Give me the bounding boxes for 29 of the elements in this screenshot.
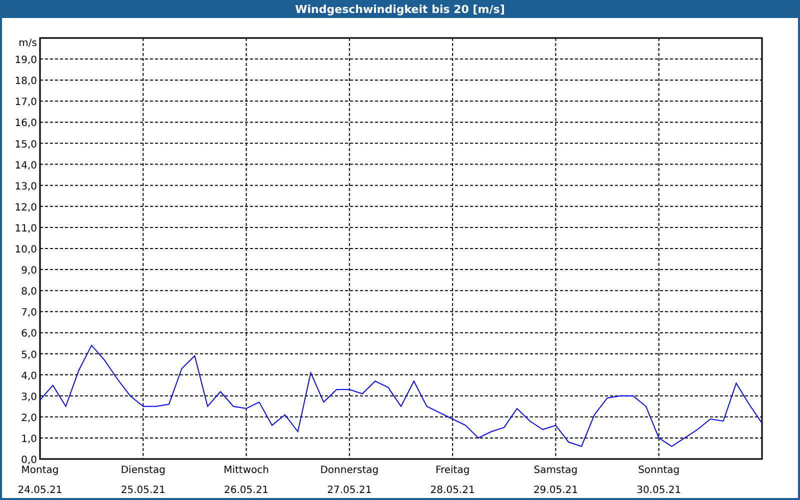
axis-tick-label: Dienstag 25.05.21	[120, 464, 166, 498]
window-title: Windgeschwindigkeit bis 20 [m/s]	[0, 0, 800, 18]
axis-tick-label: Freitag 28.05.21	[429, 464, 476, 498]
axis-tick-label: 14,0	[14, 160, 37, 172]
axis-tick-label: 2,0	[21, 412, 37, 424]
axis-tick-label: 12,0	[14, 202, 37, 214]
axis-tick-label: Donnerstag 27.05.21	[319, 464, 380, 498]
axis-tick-label: 5,0	[21, 350, 37, 361]
axis-tick-label: 4,0	[21, 370, 37, 382]
axis-tick-label: 6,0	[21, 328, 37, 340]
axis-tick-label: 19,0	[14, 55, 37, 66]
axis-tick-label: 3,0	[21, 392, 37, 403]
axis-tick-label: 17,0	[14, 97, 37, 108]
axis-tick-label: 10,0	[14, 244, 37, 256]
axis-tick-label: Mittwoch 26.05.21	[222, 464, 270, 498]
axis-tick-label: 1,0	[21, 434, 37, 445]
axis-tick-label: 7,0	[21, 308, 37, 319]
axis-tick-label: 13,0	[14, 181, 37, 192]
axis-tick-label: Montag 24.05.21	[16, 464, 64, 498]
axis-tick-label: 9,0	[21, 266, 37, 277]
axis-tick-label: 8,0	[21, 286, 37, 298]
axis-tick-label: Sonntag 30.05.21	[636, 464, 682, 498]
axis-tick-label: Samstag 29.05.21	[532, 464, 579, 498]
axis-label: m/s	[18, 38, 37, 49]
axis-tick-label: 16,0	[14, 118, 37, 130]
axis-tick-label: 15,0	[14, 139, 37, 150]
axis-tick-label: 11,0	[14, 223, 37, 234]
axis-tick-label: 0,0	[21, 455, 37, 466]
axis-tick-label: 18,0	[14, 76, 37, 88]
